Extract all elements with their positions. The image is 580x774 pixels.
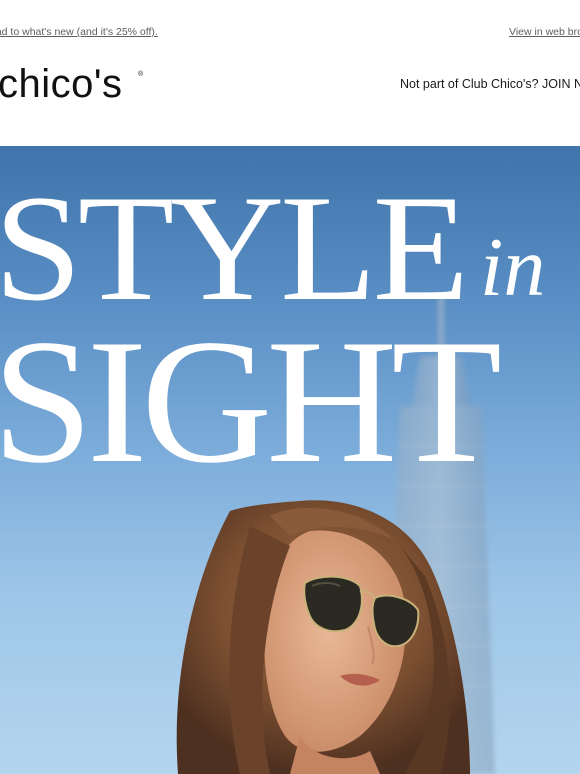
hero-title-in: in [480, 221, 546, 314]
header: chico's ® Not part of Club Chico's? JOIN… [0, 64, 580, 146]
hero-title-sight: SIGHT [0, 302, 502, 500]
view-in-browser-link[interactable]: View in web bro [509, 25, 580, 39]
chicos-logo[interactable]: chico's [0, 64, 123, 104]
registered-mark: ® [138, 71, 144, 78]
preheader: ead to what's new (and it's 25% off). Vi… [0, 0, 580, 64]
preheader-promo-link[interactable]: ead to what's new (and it's 25% off). [0, 25, 158, 39]
join-club-link[interactable]: Not part of Club Chico's? JOIN NO [400, 76, 580, 92]
hero-banner[interactable]: STYLE in SIGHT [0, 146, 580, 774]
